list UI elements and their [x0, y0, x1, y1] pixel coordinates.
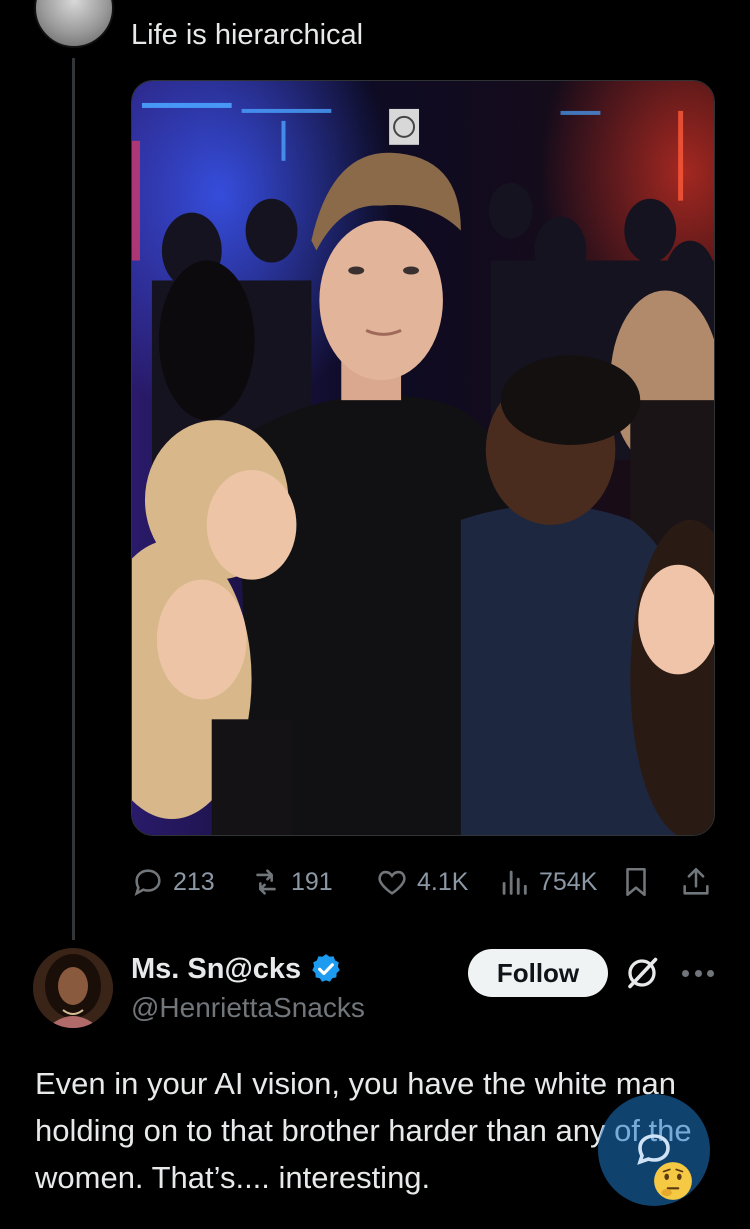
like-button[interactable]: 4.1K [375, 862, 468, 902]
reply-author-avatar[interactable] [33, 948, 113, 1028]
more-icon[interactable] [682, 955, 714, 991]
reply-display-name[interactable]: Ms. Sn@cks [131, 952, 301, 986]
share-button[interactable] [679, 862, 713, 902]
views-button[interactable]: 754K [497, 862, 597, 902]
reply-button[interactable]: 213 [131, 862, 215, 902]
views-icon [502, 870, 527, 895]
bookmark-button[interactable] [619, 862, 653, 902]
author-avatar[interactable] [34, 0, 114, 48]
reply-icon [134, 869, 161, 896]
thinking-face-emoji [654, 1162, 692, 1200]
reply-handle[interactable]: @HenriettaSnacks [131, 991, 365, 1025]
verified-badge-icon [312, 954, 340, 982]
follow-button[interactable]: Follow [468, 949, 608, 997]
views-count: 754K [539, 867, 598, 896]
tweet-photo[interactable] [131, 80, 715, 836]
reply-author-name-row[interactable]: Ms. Sn@cks [131, 952, 343, 986]
repost-button[interactable]: 191 [249, 862, 333, 902]
thread-connector-line [72, 58, 75, 940]
like-count: 4.1K [417, 867, 469, 896]
tweet-header-cut [131, 0, 691, 8]
bookmark-icon [626, 867, 646, 897]
grok-icon[interactable] [624, 955, 660, 991]
reply-text-content: Even in your AI vision, you have the whi… [35, 1066, 692, 1195]
tweet-action-bar: 213 191 4.1K 754K [131, 862, 715, 902]
tweet-text: Life is hierarchical [131, 19, 364, 51]
repost-icon [256, 869, 276, 895]
repost-count: 191 [291, 867, 333, 896]
share-icon [683, 867, 709, 895]
reply-count: 213 [173, 867, 215, 896]
heart-icon [378, 870, 406, 895]
